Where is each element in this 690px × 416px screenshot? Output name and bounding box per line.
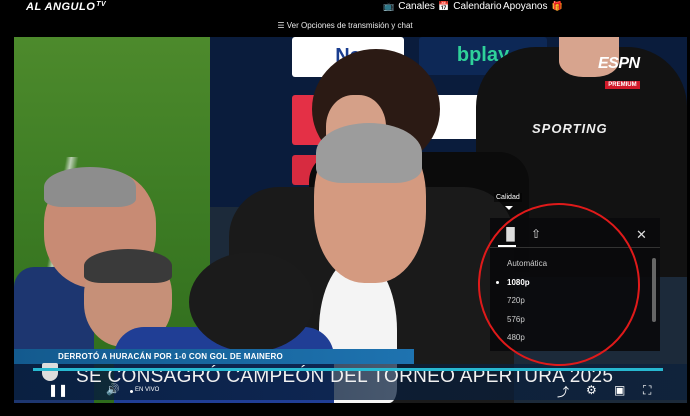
gear-icon[interactable]: ⚙ xyxy=(586,383,597,397)
gift-icon: 🎁 xyxy=(551,1,563,11)
tv-icon: 📺 xyxy=(383,1,395,11)
fullscreen-icon[interactable]: ⛶ xyxy=(643,383,651,398)
nav-calendario[interactable]: 📅 Calendario xyxy=(438,1,502,12)
nav-calendario-label: Calendario xyxy=(453,1,502,12)
pause-icon[interactable]: ❚❚ xyxy=(48,383,68,397)
person-hair xyxy=(44,167,136,207)
calendar-icon: 📅 xyxy=(438,1,450,11)
volume-icon[interactable]: 🔊 xyxy=(106,383,120,396)
nav-canales[interactable]: 📺 Canales xyxy=(383,1,435,12)
site-logo[interactable]: AL ANGULOTV xyxy=(26,1,106,13)
shirt-text: SPORTING xyxy=(532,121,608,136)
live-label: EN VIVO xyxy=(135,387,160,393)
channel-badge: PREMIUM xyxy=(605,81,640,89)
pip-icon[interactable]: ▣ xyxy=(614,383,625,397)
nav-apoyanos[interactable]: Apoyanos 🎁 xyxy=(503,1,563,12)
channel-logo: ESPN PREMIUM xyxy=(598,55,640,89)
nav-canales-label: Canales xyxy=(398,1,435,12)
top-bar: AL ANGULOTV 📺 Canales 📅 Calendario Apoya… xyxy=(0,0,690,16)
progress-bar[interactable] xyxy=(33,368,663,371)
player-controls: ❚❚ 🔊 EN VIVO ⤴ ⚙ ▣ ⛶ xyxy=(14,378,687,403)
options-bar: ☰ Ver Opciones de transmisión y chat xyxy=(0,16,690,36)
quality-tooltip: Calidad xyxy=(494,193,522,202)
close-icon[interactable]: ✕ xyxy=(636,227,647,243)
stream-options-button[interactable]: ☰ Ver Opciones de transmisión y chat xyxy=(0,21,690,30)
live-dot-icon xyxy=(130,390,133,393)
tooltip-caret-icon xyxy=(505,206,513,210)
person-hair xyxy=(189,252,314,352)
ticker-text: DERROTÓ A HURACÁN POR 1-0 CON GOL DE MAI… xyxy=(58,352,283,361)
person-hair xyxy=(84,249,172,283)
person-hair xyxy=(316,123,422,183)
nav-apoyanos-label: Apoyanos xyxy=(503,1,548,12)
share-icon[interactable]: ⤴ xyxy=(557,383,569,400)
menu-scrollbar[interactable] xyxy=(652,258,656,322)
